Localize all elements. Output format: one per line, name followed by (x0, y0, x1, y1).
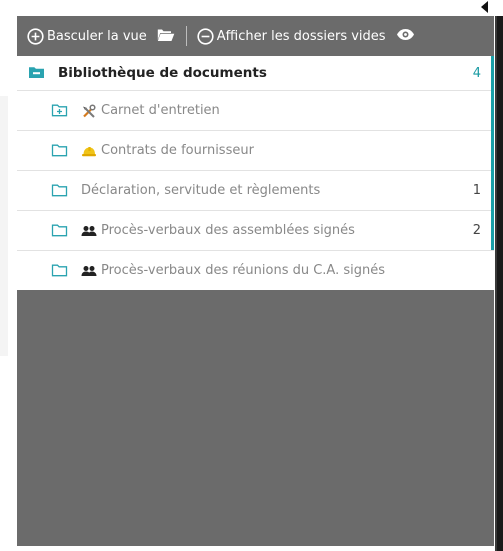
folder-label: Procès-verbaux des assemblées signés (101, 223, 355, 238)
toggle-view-button[interactable]: Basculer la vue (27, 27, 147, 45)
folder-row[interactable]: Déclaration, servitude et règlements 1 (17, 171, 494, 211)
folder-count: 2 (472, 223, 481, 238)
show-empty-folders-label: Afficher les dossiers vides (216, 28, 386, 44)
folder-row[interactable]: Procès-verbaux des réunions du C.A. sign… (17, 251, 494, 290)
folder-label: Contrats de fournisseur (101, 143, 254, 158)
show-empty-folders-button[interactable]: Afficher les dossiers vides (197, 27, 386, 45)
folder-open-icon[interactable] (156, 27, 175, 46)
hard-hat-icon (81, 144, 97, 158)
toolbar: Basculer la vue Afficher les dossiers vi… (17, 16, 494, 56)
tools-icon (81, 103, 97, 118)
folder-count: 1 (472, 183, 481, 198)
folder-label: Carnet d'entretien (101, 103, 220, 118)
document-panel: Basculer la vue Afficher les dossiers vi… (17, 16, 494, 546)
folder-label: Procès-verbaux des réunions du C.A. sign… (101, 263, 386, 278)
toggle-view-label: Basculer la vue (47, 28, 147, 44)
folder-collapse-icon[interactable] (28, 64, 45, 83)
folder-tree: Bibliothèque de documents 4 Carnet d'ent… (17, 56, 494, 290)
folder-icon (51, 224, 68, 237)
toolbar-separator (185, 26, 187, 46)
plus-circle-icon (27, 27, 44, 45)
right-scroll-bar[interactable] (495, 16, 503, 551)
folder-row[interactable]: Carnet d'entretien (17, 91, 494, 131)
eye-icon[interactable] (396, 28, 415, 45)
left-edge (0, 96, 8, 356)
folder-expand-icon[interactable] (51, 104, 68, 117)
people-icon (81, 224, 97, 238)
folder-icon (51, 264, 68, 277)
folder-icon (51, 144, 68, 157)
library-count: 4 (472, 65, 481, 81)
minus-circle-icon (197, 27, 214, 45)
list-accent-bar (491, 56, 494, 250)
folder-icon (51, 184, 68, 197)
library-title: Bibliothèque de documents (58, 65, 267, 81)
collapse-arrow-icon[interactable] (481, 1, 488, 13)
folder-row[interactable]: Contrats de fournisseur (17, 131, 494, 171)
folder-label: Déclaration, servitude et règlements (81, 183, 321, 198)
folder-row[interactable]: Procès-verbaux des assemblées signés 2 (17, 211, 494, 251)
library-root[interactable]: Bibliothèque de documents 4 (17, 56, 494, 91)
people-icon (81, 264, 97, 278)
